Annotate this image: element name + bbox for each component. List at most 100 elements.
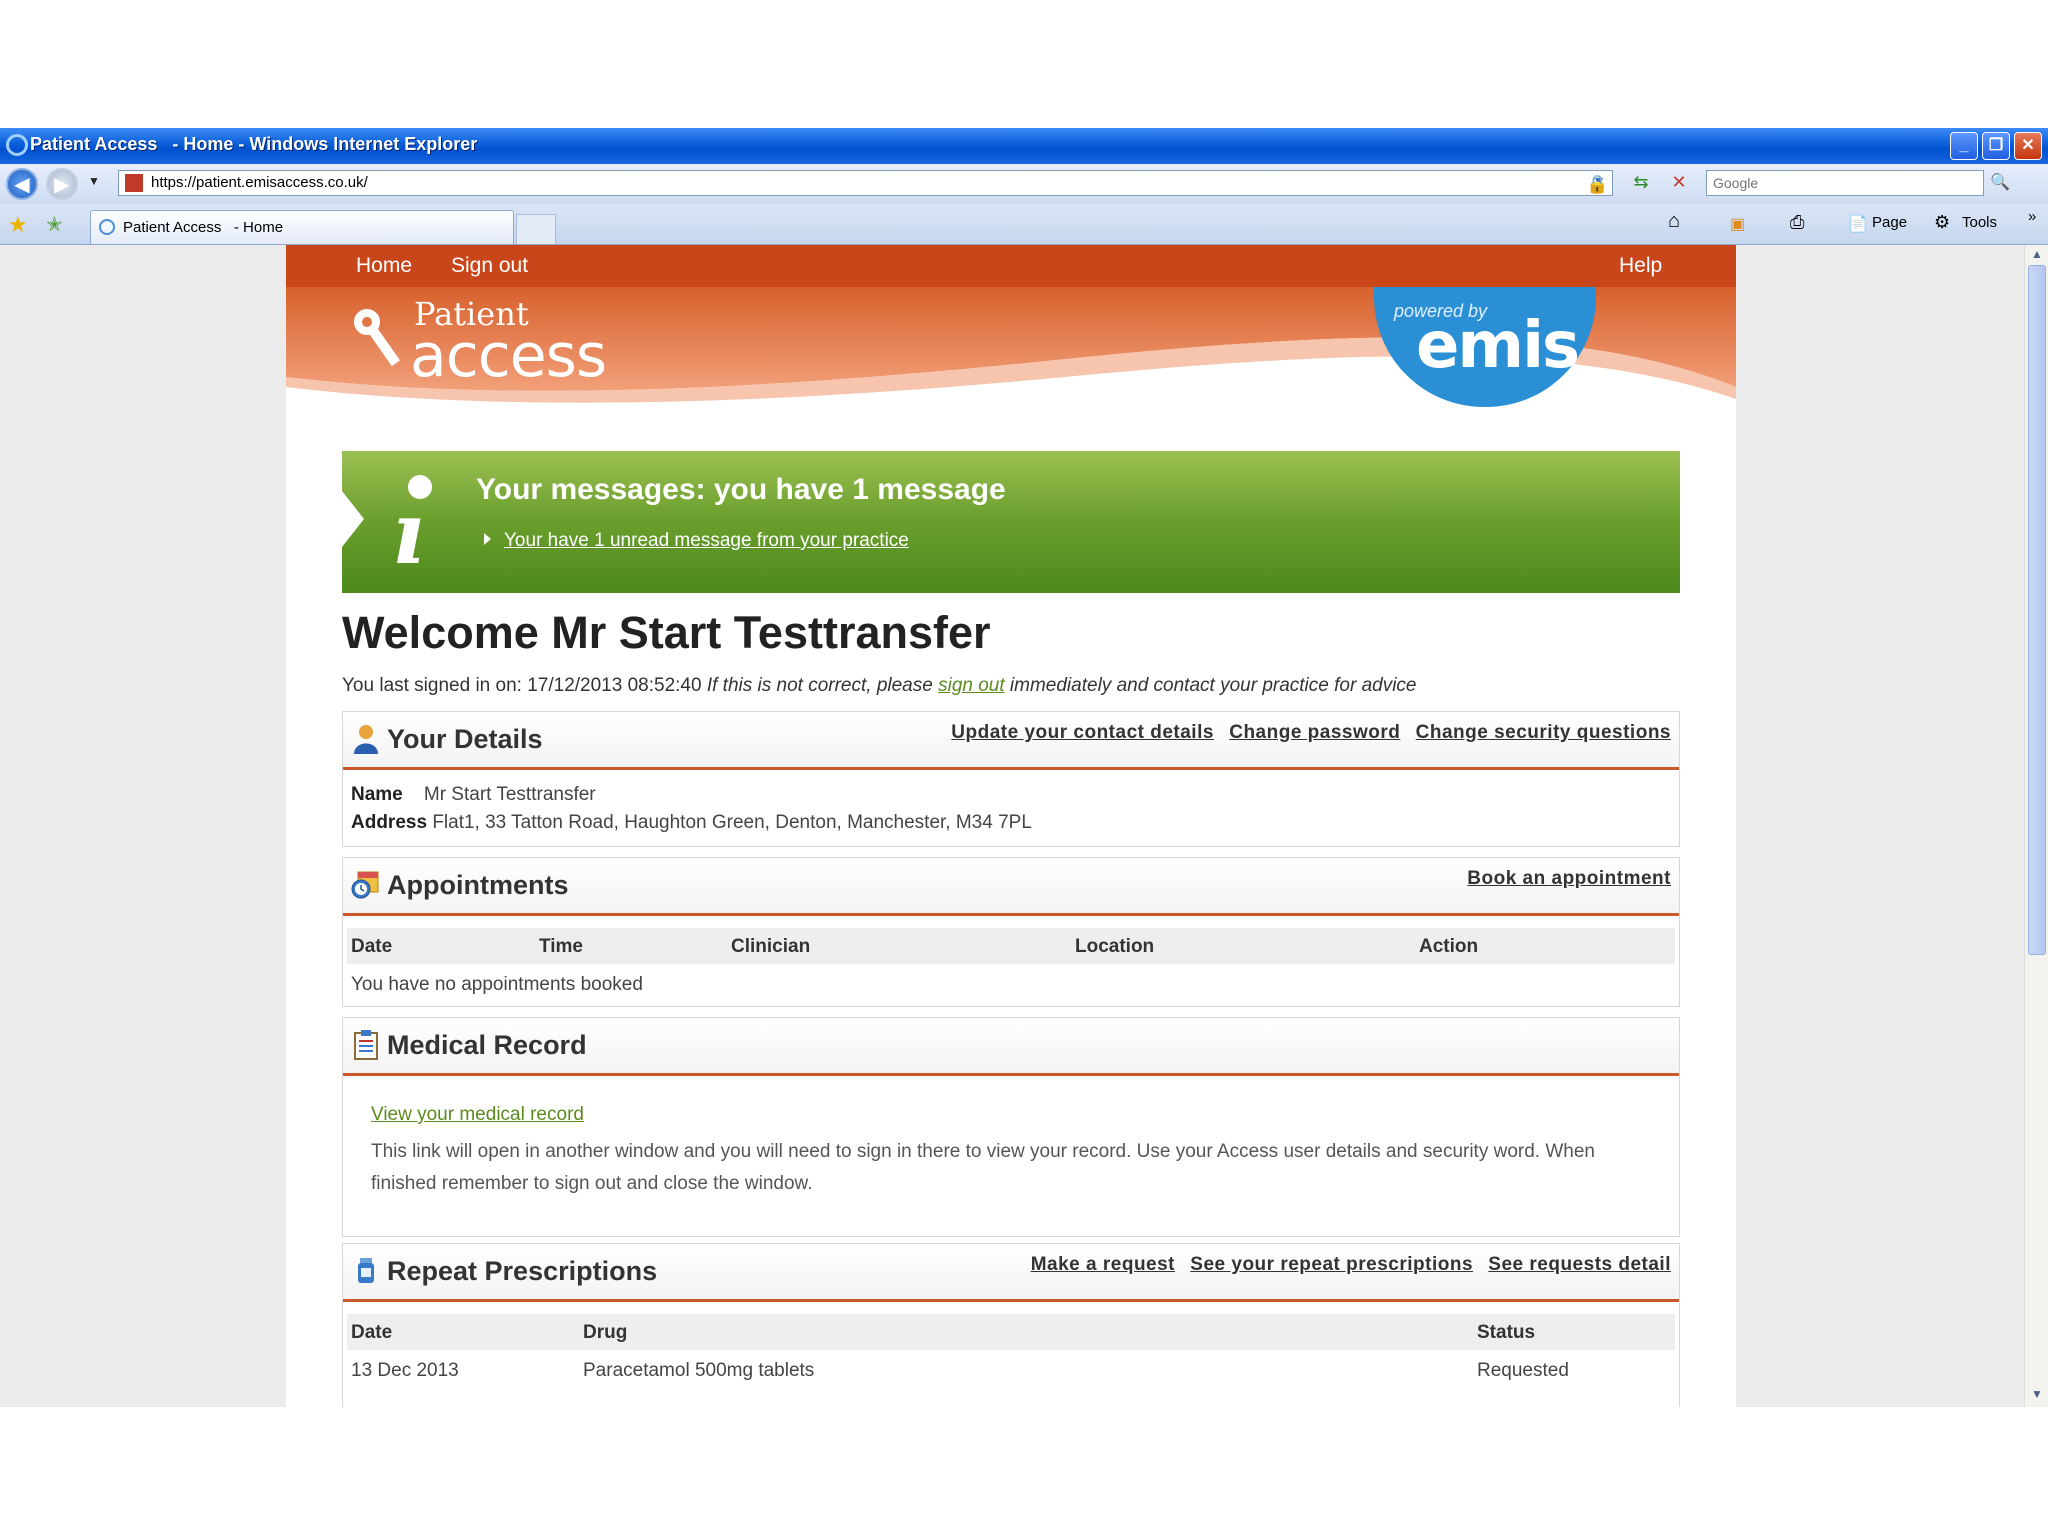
favorites-star-icon[interactable]: ★: [8, 212, 28, 238]
column-date: Date: [351, 1322, 393, 1343]
minimize-button[interactable]: _: [1950, 132, 1978, 160]
chevron-more-icon[interactable]: »: [2028, 208, 2036, 225]
appointments-table-header: Date Time Clinician Location Action: [347, 928, 1675, 964]
your-details-title: Your Details: [387, 724, 543, 754]
repeat-prescriptions-links: Make a request See your repeat prescript…: [1021, 1254, 1671, 1276]
home-icon[interactable]: ⌂: [1668, 210, 1680, 233]
last-signed-date: You last signed in on: 17/12/2013 08:52:…: [342, 675, 707, 696]
page-icon: 📄: [1848, 216, 1868, 233]
page-menu[interactable]: Page: [1872, 214, 1907, 231]
prescription-drug: Paracetamol 500mg tablets: [583, 1360, 815, 1381]
tab-patient-access-home[interactable]: Patient Access - Home: [90, 210, 514, 244]
page-viewport: Home Sign out Help Patient access powere…: [0, 245, 2024, 1407]
prescription-date: 13 Dec 2013: [351, 1360, 459, 1381]
window-title: Patient Access - Home - Windows Internet…: [30, 134, 478, 154]
title-bar: Patient Access - Home - Windows Internet…: [0, 128, 2048, 164]
your-details-header: Your Details Update your contact details…: [343, 712, 1679, 770]
search-icon[interactable]: 🔍: [1990, 172, 2010, 192]
name-row: Name Mr Start Testtransfer: [351, 784, 596, 806]
scroll-up-icon[interactable]: ▲: [2028, 247, 2046, 265]
url-text[interactable]: https://patient.emisaccess.co.uk/: [151, 174, 368, 191]
appointments-title: Appointments: [387, 870, 569, 900]
repeat-prescriptions-header: Repeat Prescriptions Make a request See …: [343, 1244, 1679, 1302]
search-input[interactable]: [1707, 171, 1975, 195]
internet-explorer-icon: [6, 134, 28, 156]
tools-menu[interactable]: Tools: [1962, 214, 1997, 231]
signin-warning-before: If this is not correct, please: [706, 675, 939, 696]
vertical-scrollbar[interactable]: ▲ ▼: [2024, 245, 2048, 1407]
messages-title: Your messages: you have 1 message: [476, 473, 1006, 506]
top-navigation: Home Sign out Help: [286, 245, 1736, 287]
address-label: Address: [351, 812, 428, 833]
signin-warning-after: immediately and contact your practice fo…: [1004, 675, 1417, 696]
nav-help-link[interactable]: Help: [1619, 254, 1662, 278]
messages-banner: ı Your messages: you have 1 message Your…: [342, 451, 1680, 593]
nav-signout-link[interactable]: Sign out: [451, 254, 528, 278]
browser-window: Patient Access - Home - Windows Internet…: [0, 128, 2048, 1407]
prescription-status: Requested: [1477, 1360, 1569, 1381]
refresh-button[interactable]: ⇆: [1628, 172, 1654, 196]
back-button[interactable]: ◀: [6, 168, 38, 200]
forward-button[interactable]: ▶: [46, 168, 78, 200]
your-details-panel: Your Details Update your contact details…: [342, 711, 1680, 847]
nav-home-link[interactable]: Home: [356, 254, 412, 278]
logo-access-text: access: [410, 321, 607, 391]
tab-loading-icon: [99, 219, 115, 235]
appointments-panel: Appointments Book an appointment Date Ti…: [342, 857, 1680, 1007]
scroll-down-icon[interactable]: ▼: [2028, 1387, 2046, 1405]
medicine-bottle-icon: [358, 1258, 374, 1283]
add-favorites-icon[interactable]: ✭: [46, 212, 63, 237]
scrollbar-thumb[interactable]: [2028, 265, 2046, 955]
your-details-links: Update your contact details Change passw…: [941, 722, 1671, 744]
gear-icon: ⚙: [1934, 212, 1951, 232]
patient-access-page: Home Sign out Help Patient access powere…: [286, 245, 1736, 1407]
appointments-links: Book an appointment: [1457, 868, 1671, 890]
column-status: Status: [1477, 1322, 1536, 1343]
make-request-link[interactable]: Make a request: [1031, 1254, 1175, 1275]
medical-record-title: Medical Record: [387, 1030, 587, 1060]
see-requests-detail-link[interactable]: See requests detail: [1488, 1254, 1671, 1275]
prescriptions-table-header: Date Drug Status: [347, 1314, 1675, 1350]
inline-signout-link[interactable]: sign out: [938, 675, 1005, 696]
print-icon[interactable]: ⎙: [1790, 212, 1804, 233]
info-icon: ı: [392, 483, 425, 584]
change-password-link[interactable]: Change password: [1229, 722, 1400, 743]
last-signed-in-text: You last signed in on: 17/12/2013 08:52:…: [342, 675, 1417, 697]
column-drug: Drug: [583, 1322, 628, 1343]
tab-title: Patient Access - Home: [123, 219, 284, 236]
site-favicon-icon: [125, 174, 143, 192]
book-appointment-link[interactable]: Book an appointment: [1467, 868, 1671, 889]
view-medical-record-link[interactable]: View your medical record: [371, 1104, 584, 1126]
change-security-questions-link[interactable]: Change security questions: [1416, 722, 1671, 743]
stop-button[interactable]: ✕: [1666, 172, 1692, 196]
update-contact-details-link[interactable]: Update your contact details: [951, 722, 1214, 743]
address-field[interactable]: https://patient.emisaccess.co.uk/ ▼: [118, 170, 1613, 196]
appointments-header: Appointments Book an appointment: [343, 858, 1679, 916]
unread-message-link[interactable]: Your have 1 unread message from your pra…: [504, 530, 909, 552]
column-time: Time: [539, 936, 584, 957]
see-repeat-prescriptions-link[interactable]: See your repeat prescriptions: [1190, 1254, 1473, 1275]
medical-record-header: Medical Record: [343, 1018, 1679, 1076]
emis-logo-text: emis: [1416, 309, 1580, 383]
new-tab-button[interactable]: [516, 214, 556, 244]
search-box[interactable]: [1706, 170, 1984, 196]
bullet-arrow-icon: [484, 533, 491, 545]
medical-record-instructions: This link will open in another window an…: [371, 1141, 1595, 1194]
address-toolbar: ◀ ▶ ▼ https://patient.emisaccess.co.uk/ …: [0, 164, 2048, 204]
column-action: Action: [1419, 936, 1479, 957]
recent-pages-dropdown-icon[interactable]: ▼: [88, 174, 100, 188]
user-icon: [354, 725, 378, 754]
column-location: Location: [1075, 936, 1155, 957]
feeds-icon[interactable]: ▣: [1730, 214, 1745, 234]
address-row: Address Flat1, 33 Tatton Road, Haughton …: [351, 812, 1032, 834]
maximize-button[interactable]: ❐: [1982, 132, 2010, 160]
tab-toolbar: ★ ✭ Patient Access - Home ⌂ ▣ ⎙ 📄 Page ⚙…: [0, 204, 2048, 245]
header-banner: Patient access powered by emis: [286, 287, 1736, 419]
close-button[interactable]: ✕: [2014, 132, 2042, 160]
clipboard-icon: [354, 1030, 378, 1060]
table-row: 13 Dec 2013 Paracetamol 500mg tablets Re…: [351, 1360, 1671, 1390]
medical-record-panel: Medical Record View your medical record …: [342, 1017, 1680, 1237]
column-clinician: Clinician: [731, 936, 811, 957]
lock-icon[interactable]: 🔒: [1586, 174, 1608, 195]
name-label: Name: [351, 784, 403, 805]
